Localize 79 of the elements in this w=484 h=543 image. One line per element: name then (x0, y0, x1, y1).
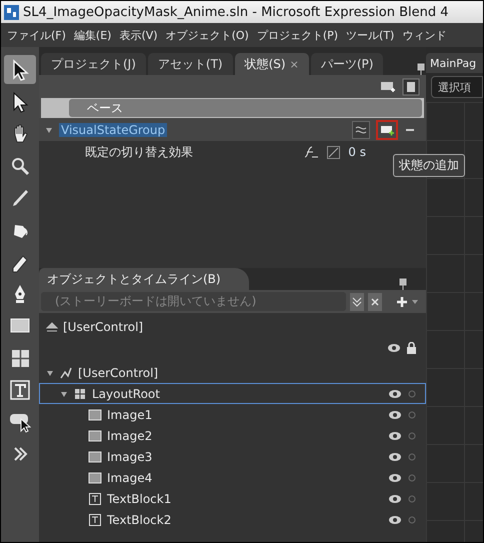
element-name: [UserControl] (78, 366, 158, 380)
document-tab[interactable]: MainPag (426, 53, 483, 73)
easing-function-icon (303, 145, 320, 159)
element-name: Image4 (107, 470, 152, 484)
lock-toggle-icon (407, 452, 417, 462)
lock-toggle-icon (407, 388, 417, 398)
eye-icon (387, 342, 401, 354)
menu-item[interactable]: 編集(E) (74, 28, 112, 42)
eye-icon (388, 492, 402, 504)
eye-icon (388, 514, 402, 526)
lock-icon (406, 342, 417, 354)
menu-item[interactable]: オブジェクト(O) (166, 28, 249, 42)
panel-tab[interactable]: アセット(T) (148, 53, 233, 75)
element-name: Image1 (107, 408, 152, 422)
expand-triangle-icon (60, 390, 68, 398)
caret-icon (412, 300, 418, 304)
tree-row[interactable]: Image2 (39, 425, 426, 446)
menu-item[interactable]: 表示(V) (119, 28, 158, 42)
easing-icon (352, 120, 370, 138)
image-icon (88, 428, 102, 442)
tree-row[interactable]: Image1 (39, 404, 426, 425)
image-icon (88, 450, 102, 464)
tooltip: 状態の追加 (393, 154, 465, 177)
plus-icon (396, 296, 408, 308)
element-name: LayoutRoot (92, 386, 160, 400)
image-icon (88, 408, 102, 422)
transition-duration[interactable]: 0 s (348, 145, 366, 159)
chevrons-down-icon (350, 292, 364, 310)
eye-icon (388, 472, 402, 484)
close-icon[interactable]: × (290, 58, 299, 70)
text-element-icon (88, 492, 102, 506)
menu-item[interactable]: プロジェクト(P) (256, 28, 338, 42)
tool-button[interactable] (4, 55, 36, 84)
scope-up-icon (46, 320, 58, 332)
base-state-row[interactable]: ベース (41, 98, 424, 118)
tree-row[interactable]: TextBlock2 (39, 509, 426, 530)
window-title: SL4_ImageOpacityMask_Anime.sln - Microsoft Expression Blend 4 (23, 4, 448, 20)
add-state-icon (376, 120, 398, 140)
tree-row[interactable]: Image4 (39, 467, 426, 488)
transition-label: 既定の切り替え効果 (85, 144, 193, 160)
pin-icon (416, 63, 426, 75)
element-name: Image3 (107, 450, 152, 464)
eye-icon (388, 388, 402, 400)
eye-icon (388, 430, 402, 442)
lock-toggle-icon (407, 472, 417, 482)
close-icon (368, 292, 382, 310)
app-icon (4, 4, 19, 20)
panel-tab[interactable]: パーツ(P) (310, 53, 384, 75)
panel-tab[interactable]: オブジェクトとタイムライン(B) (39, 268, 249, 290)
state-group-name[interactable]: VisualStateGroup (59, 122, 168, 136)
tree-row[interactable]: TextBlock1 (39, 488, 426, 509)
text-element-icon (88, 512, 102, 526)
grid-icon (73, 386, 87, 400)
tree-row[interactable]: Image3 (39, 446, 426, 467)
element-name: Image2 (107, 428, 152, 442)
lock-toggle-icon (407, 514, 417, 524)
element-name: TextBlock2 (107, 512, 172, 526)
element-name: TextBlock1 (107, 492, 172, 506)
expand-triangle-icon (46, 368, 54, 376)
panel-tab[interactable]: プロジェクト(J) (41, 53, 146, 75)
eye-icon (388, 408, 402, 420)
tree-row[interactable]: LayoutRoot (39, 383, 426, 404)
expand-triangle-icon (45, 126, 53, 134)
tree-row[interactable]: [UserControl] (39, 362, 426, 383)
linear-curve-icon (327, 146, 340, 158)
state-name: ベース (69, 99, 422, 117)
eye-icon (388, 450, 402, 462)
image-icon (88, 470, 102, 484)
lock-toggle-icon (407, 410, 417, 420)
lock-toggle-icon (407, 430, 417, 440)
selection-field[interactable]: 選択項 (431, 76, 483, 98)
panel-tab[interactable]: 状態(S) × (234, 53, 309, 75)
menu-item[interactable]: ウィンド (402, 28, 446, 42)
scope-name: [UserControl] (63, 320, 144, 334)
menu-item[interactable]: ファイル(F) (7, 28, 66, 42)
pin-icon (398, 278, 408, 290)
lock-toggle-icon (407, 494, 417, 504)
text-tool-icon (9, 378, 31, 400)
menu-item[interactable]: ツール(T) (346, 28, 394, 42)
